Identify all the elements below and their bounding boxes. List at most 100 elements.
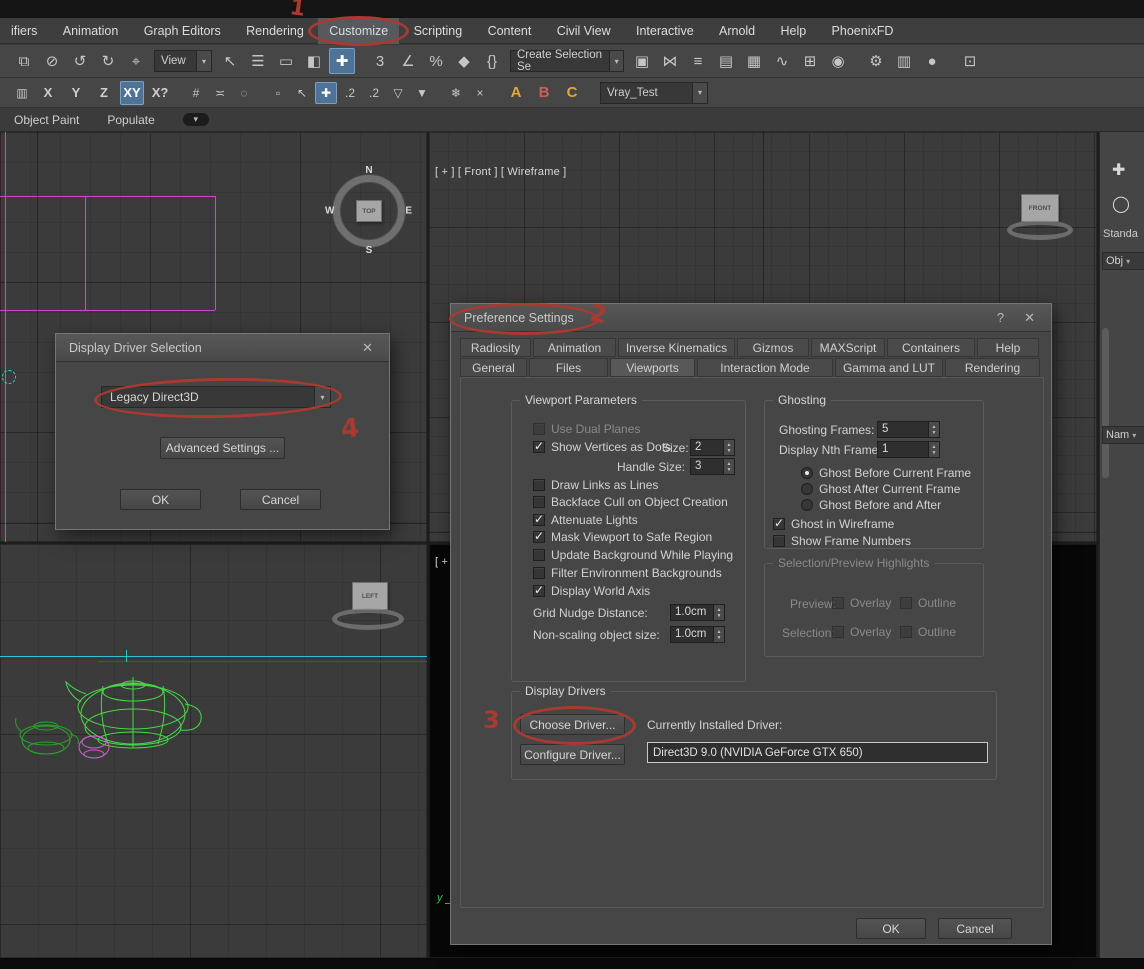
checkbox-filter-environment[interactable]: Filter Environment Backgrounds [533,565,722,581]
radio-ghost-before-current-frame[interactable]: Ghost Before Current Frame [801,465,971,481]
letter-b-icon[interactable]: B [531,80,557,106]
viewcube-ring[interactable] [1007,220,1073,240]
driver-cancel-button[interactable]: Cancel [240,489,321,510]
soft-selection-icon[interactable]: ◌ [233,82,255,104]
menubar-item-civil-view[interactable]: Civil View [546,18,622,44]
ghosting-frames-spinner[interactable]: 5 [877,421,940,438]
viewport-left[interactable]: LEFT [0,544,427,958]
percent-snap-icon[interactable]: % [423,48,449,74]
menubar-item-help[interactable]: Help [769,18,817,44]
checkbox-attenuate-lights[interactable]: Attenuate Lights [533,512,638,528]
object-type-rollout[interactable]: Obj ▾ [1102,252,1144,270]
checkbox-backface-cull[interactable]: Backface Cull on Object Creation [533,494,728,510]
material-editor-icon[interactable]: ◉ [825,48,851,74]
v-add-constraint-icon[interactable]: ▼ [411,82,433,104]
size-spinner[interactable]: 2 [690,439,735,456]
grid-snap-icon[interactable]: # [185,82,207,104]
tab-animation[interactable]: Animation [533,338,616,357]
ribbon-toggle-icon[interactable]: ▦ [741,48,767,74]
tab-viewports[interactable]: Viewports [610,358,695,377]
tab-gamma-and-lut[interactable]: Gamma and LUT [835,358,943,377]
wireframe-teapots[interactable] [8,652,218,767]
placement-tool-icon[interactable]: ✚ [315,81,337,104]
checkbox-selection-overlay[interactable]: Overlay [832,624,891,640]
tab-inverse-kinematics[interactable]: Inverse Kinematics [618,338,735,357]
close-icon[interactable]: ✕ [356,340,379,356]
checkbox-show-frame-numbers[interactable]: Show Frame Numbers [773,533,911,549]
preferences-titlebar[interactable]: Preference Settings ? ✕ [449,302,1051,335]
driver-dialog-titlebar[interactable]: Display Driver Selection ✕ [56,334,389,362]
choose-driver-button[interactable]: Choose Driver... [513,706,636,745]
select-and-link-icon[interactable]: ⧉ [11,48,37,74]
installed-driver-field[interactable]: Direct3D 9.0 (NVIDIA GeForce GTX 650) [647,742,988,763]
menubar-item-animation[interactable]: Animation [52,18,130,44]
checkbox-selection-outline[interactable]: Outline [900,624,956,640]
keyboard-override-icon[interactable]: {} [479,48,505,74]
tab-radiosity[interactable]: Radiosity [460,338,531,357]
angle-snap-icon[interactable]: ∠ [395,48,421,74]
handle-size-spinner[interactable]: 3 [690,458,735,475]
menubar-item-content[interactable]: Content [477,18,543,44]
helper-object[interactable] [2,370,16,384]
checkbox-preview-outline[interactable]: Outline [900,595,956,611]
radio-ghost-before-and-after[interactable]: Ghost Before and After [801,497,941,513]
menubar-item-phoenixfd[interactable]: PhoenixFD [821,18,905,44]
checkbox-use-dual-planes[interactable]: Use Dual Planes [533,421,640,437]
checkbox-mask-viewport-safe-region[interactable]: Mask Viewport to Safe Region [533,529,712,545]
v-constraint-icon[interactable]: ▽ [387,82,409,104]
snowflake-icon[interactable]: ❄ [445,82,467,104]
viewcube-front-face[interactable]: FRONT [1021,194,1059,222]
ribbon-tab-object-paint[interactable]: Object Paint [0,108,93,132]
snap-toggle-icon[interactable]: 3 [367,48,393,74]
snap-25d-icon[interactable]: .2 [363,82,385,104]
select-by-name-icon[interactable]: ☰ [245,48,271,74]
rendered-frame-icon[interactable]: ▥ [891,48,917,74]
select-object-icon[interactable]: ↖ [217,48,243,74]
tab-containers[interactable]: Containers [887,338,975,357]
menubar-item-graph-editors[interactable]: Graph Editors [133,18,232,44]
viewcube-left-face[interactable]: LEFT [352,582,388,610]
ribbon-tab-populate[interactable]: Populate [93,108,168,132]
checkbox-show-vertices-as-dots[interactable]: Show Vertices as Dots [533,439,671,455]
snap-2d-icon[interactable]: .2 [339,82,361,104]
curve-editor-icon[interactable]: ∿ [769,48,795,74]
viewcube-top-face[interactable]: TOP [356,200,382,222]
driver-select-dropdown[interactable]: Legacy Direct3D ▾ [93,375,343,421]
letter-a-icon[interactable]: A [503,80,529,106]
select-and-move-icon[interactable]: ✚ [329,48,355,74]
checkbox-preview-overlay[interactable]: Overlay [832,595,891,611]
name-color-rollout[interactable]: Nam ▾ [1102,426,1144,444]
marker-snap-icon[interactable]: ▫ [267,82,289,104]
tab-rendering[interactable]: Rendering [945,358,1040,377]
view-compass-gizmo[interactable]: N W E S TOP [325,165,412,256]
configure-driver-button[interactable]: Configure Driver... [520,744,625,765]
reference-coordinate-dropdown[interactable]: View ▾ [154,50,212,72]
help-icon[interactable]: ? [983,310,1018,325]
axis-xy-button[interactable]: XY [120,80,144,105]
axis-xy2-button[interactable]: X? [148,81,172,105]
advanced-settings-button[interactable]: Advanced Settings ... [160,437,285,459]
tab-general[interactable]: General [460,358,527,377]
panel-scrollbar[interactable] [1102,328,1109,478]
menubar-item-arnold[interactable]: Arnold [708,18,766,44]
preferences-cancel-button[interactable]: Cancel [938,918,1012,939]
checkbox-display-world-axis[interactable]: Display World Axis [533,583,650,599]
menubar-item-scripting[interactable]: Scripting [403,18,474,44]
viewcube-ring[interactable] [332,608,404,630]
close-icon[interactable]: ✕ [1018,310,1041,326]
rectangular-selection-icon[interactable]: ▭ [273,48,299,74]
scene-explorer-icon[interactable]: ▥ [11,82,33,104]
tab-maxscript[interactable]: MAXScript [811,338,885,357]
standard-primitives-dropdown[interactable]: Standa [1103,228,1144,240]
window-crossing-icon[interactable]: ◧ [301,48,327,74]
mirror-icon[interactable]: ⋈ [657,48,683,74]
workspace-icon[interactable]: ⊡ [957,48,983,74]
viewport-label[interactable]: [ + ] [ Front ] [ Wireframe ] [435,166,566,178]
checkbox-draw-links-as-lines[interactable]: Draw Links as Lines [533,477,658,493]
letter-c-icon[interactable]: C [559,80,585,106]
cursor-snap-icon[interactable]: ↖ [291,82,313,104]
measure-icon[interactable]: ≍ [209,82,231,104]
geometry-circle-icon[interactable]: ◯ [1112,194,1130,214]
preferences-ok-button[interactable]: OK [856,918,926,939]
checkbox-ghost-in-wireframe[interactable]: Ghost in Wireframe [773,516,894,532]
